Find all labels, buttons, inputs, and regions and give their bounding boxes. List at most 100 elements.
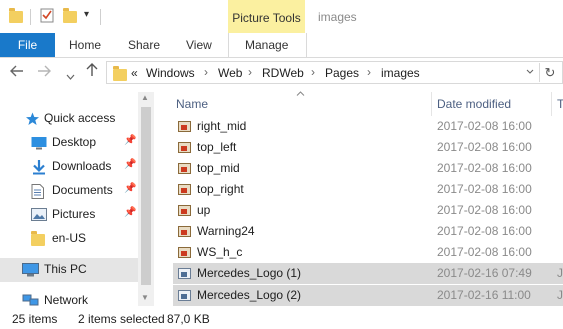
nav-item-en-us[interactable]: en-US (0, 227, 138, 251)
address-history-dropdown[interactable] (526, 65, 534, 77)
picture-tools-label: Picture Tools (228, 0, 305, 33)
file-row[interactable]: top_mid 2017-02-08 16:00 (173, 158, 563, 179)
divider (30, 9, 31, 25)
network-icon (22, 294, 39, 307)
file-row-selected[interactable]: Mercedes_Logo (2) 2017-02-16 11:00 JI (173, 285, 563, 306)
pictures-icon (31, 208, 47, 222)
nav-item-label: Network (44, 293, 89, 307)
file-name: Mercedes_Logo (2) (197, 288, 302, 302)
file-name: Mercedes_Logo (1) (197, 266, 302, 280)
file-date: 2017-02-08 16:00 (437, 140, 532, 154)
folder-icon (31, 231, 47, 246)
file-date: 2017-02-08 16:00 (437, 182, 532, 196)
nav-item-pictures[interactable]: Pictures 📌 (0, 203, 138, 227)
nav-item-label: Documents (52, 183, 113, 197)
file-name: top_right (197, 182, 244, 196)
scroll-up-icon[interactable]: ▲ (141, 93, 149, 102)
properties-icon[interactable] (40, 8, 54, 23)
file-name: top_left (197, 140, 237, 154)
downloads-icon (31, 160, 47, 175)
file-row[interactable]: Warning24 2017-02-08 16:00 (173, 221, 563, 242)
file-date: 2017-02-16 11:00 (437, 288, 531, 302)
file-date: 2017-02-16 07:49 (437, 266, 532, 280)
image-file-icon (178, 205, 191, 216)
scroll-down-icon[interactable]: ▼ (141, 293, 149, 302)
image-file-icon (178, 247, 191, 258)
file-name: top_mid (197, 161, 240, 175)
breadcrumb-pages[interactable]: Pages (325, 66, 359, 80)
pin-icon[interactable]: 📌 (124, 135, 136, 146)
file-row[interactable]: top_left 2017-02-08 16:00 (173, 137, 563, 158)
breadcrumb-overflow[interactable]: « (131, 66, 138, 80)
file-date: 2017-02-08 16:00 (437, 203, 532, 217)
file-name: Warning24 (197, 224, 255, 238)
nav-scrollbar-thumb[interactable] (141, 107, 151, 285)
pin-icon[interactable]: 📌 (124, 207, 136, 218)
file-row[interactable]: up 2017-02-08 16:00 (173, 200, 563, 221)
chevron-right-icon[interactable]: › (248, 65, 252, 79)
nav-quick-access-label: Quick access (44, 111, 116, 125)
file-date: 2017-02-08 16:00 (437, 224, 532, 238)
breadcrumb-rdweb[interactable]: RDWeb (262, 66, 304, 80)
divider (100, 9, 101, 25)
file-type: JI (557, 288, 563, 302)
pin-icon[interactable]: 📌 (124, 183, 136, 194)
file-name: right_mid (197, 119, 247, 133)
address-bar[interactable]: « Windows › Web › RDWeb › Pages › images… (106, 61, 563, 84)
file-type: JI (557, 266, 563, 280)
breadcrumb-web[interactable]: Web (218, 66, 242, 80)
tab-manage[interactable]: Manage (245, 33, 288, 57)
forward-arrow-icon[interactable] (37, 64, 51, 80)
desktop-icon (31, 136, 47, 150)
chevron-right-icon[interactable]: › (311, 65, 315, 79)
chevron-down-icon[interactable] (66, 67, 75, 83)
tab-view[interactable]: View (186, 33, 212, 57)
tab-home[interactable]: Home (69, 33, 101, 57)
breadcrumb-images[interactable]: images (381, 66, 420, 80)
back-arrow-icon[interactable] (10, 64, 24, 80)
jpeg-file-icon (178, 268, 191, 279)
refresh-icon[interactable]: ↻ (539, 63, 560, 82)
column-divider[interactable] (551, 92, 552, 116)
column-header-type[interactable]: T (557, 97, 563, 111)
file-row[interactable]: right_mid 2017-02-08 16:00 (173, 116, 563, 137)
customize-quick-access-dropdown[interactable]: ▾ (84, 9, 89, 20)
jpeg-file-icon (178, 290, 191, 301)
computer-icon (22, 263, 39, 277)
nav-item-label: Downloads (52, 159, 112, 173)
image-file-icon (178, 184, 191, 195)
status-item-count: 25 items (12, 312, 58, 326)
nav-item-network[interactable]: Network (0, 291, 138, 307)
tab-share[interactable]: Share (128, 33, 160, 57)
up-arrow-icon[interactable] (86, 63, 98, 80)
column-header-name[interactable]: Name (176, 97, 208, 111)
nav-item-label: This PC (44, 262, 87, 276)
tab-file[interactable]: File (0, 33, 55, 57)
column-divider[interactable] (431, 92, 432, 116)
nav-item-label: Pictures (52, 207, 96, 221)
file-row[interactable]: top_right 2017-02-08 16:00 (173, 179, 563, 200)
image-file-icon (178, 121, 191, 132)
file-row[interactable]: WS_h_c 2017-02-08 16:00 (173, 242, 563, 263)
file-row-selected[interactable]: Mercedes_Logo (1) 2017-02-16 07:49 JI (173, 263, 563, 284)
new-folder-icon[interactable] (63, 8, 77, 23)
nav-item-desktop[interactable]: Desktop 📌 (0, 131, 138, 155)
file-date: 2017-02-08 16:00 (437, 245, 532, 259)
nav-quick-access[interactable]: Quick access (0, 107, 138, 131)
nav-item-downloads[interactable]: Downloads 📌 (0, 155, 138, 179)
breadcrumb-windows[interactable]: Windows (146, 66, 195, 80)
folder-icon[interactable] (9, 8, 23, 23)
image-file-icon (178, 163, 191, 174)
chevron-right-icon[interactable]: › (367, 65, 371, 79)
chevron-right-icon[interactable]: › (204, 65, 208, 79)
nav-item-documents[interactable]: Documents 📌 (0, 179, 138, 203)
nav-item-this-pc[interactable]: This PC (0, 258, 138, 282)
column-header-date-modified[interactable]: Date modified (437, 97, 511, 111)
sort-ascending-icon (296, 88, 305, 98)
star-icon (25, 112, 41, 126)
window-title: images (318, 10, 357, 24)
pin-icon[interactable]: 📌 (124, 159, 136, 170)
file-name: WS_h_c (197, 245, 243, 259)
documents-icon (31, 184, 47, 199)
status-selection: 2 items selected (78, 312, 165, 326)
